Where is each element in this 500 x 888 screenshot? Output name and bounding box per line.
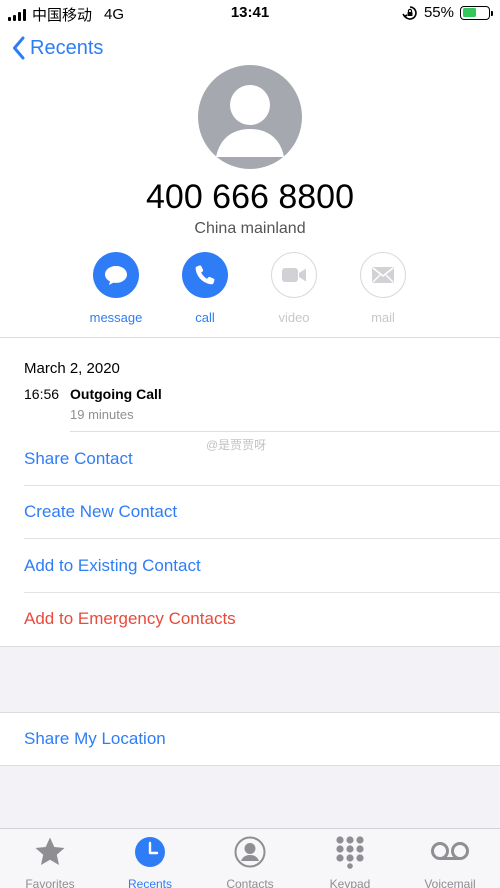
tab-keypad[interactable]: Keypad <box>300 835 400 888</box>
watermark: @是贾贾呀 <box>206 438 267 452</box>
message-icon <box>105 266 127 285</box>
share-my-location-option[interactable]: Share My Location <box>0 712 500 766</box>
call-action[interactable]: call <box>165 252 245 325</box>
message-circle[interactable] <box>93 252 139 298</box>
status-bar: 中国移动 4G 13:41 55% <box>0 0 500 26</box>
call-circle[interactable] <box>182 252 228 298</box>
message-label: message <box>89 310 143 325</box>
battery-percent: 55% <box>423 4 454 21</box>
person-icon <box>216 85 284 157</box>
call-time: 16:56 <box>24 386 60 402</box>
video-circle[interactable] <box>271 252 317 298</box>
tab-favorites[interactable]: Favorites <box>0 835 100 888</box>
message-action[interactable]: message <box>76 252 156 325</box>
tab-favorites-label: Favorites <box>25 877 75 888</box>
tab-contacts[interactable]: Contacts <box>200 835 300 888</box>
mail-circle[interactable] <box>360 252 406 298</box>
tab-bar: Favorites Recents Contacts Keypad Voicem… <box>0 828 500 888</box>
contacts-icon <box>234 836 266 868</box>
battery-level <box>462 8 477 17</box>
video-label: video <box>278 310 310 325</box>
add-to-existing-contact-option[interactable]: Add to Existing Contact <box>0 539 500 593</box>
contact-header: Recents 400 666 8800 China mainland mess… <box>0 26 500 338</box>
voicemail-icon <box>431 842 469 860</box>
create-new-contact-option[interactable]: Create New Contact <box>0 486 500 540</box>
contact-actions: message call video mail <box>0 252 500 325</box>
call-duration: 19 minutes <box>70 407 134 422</box>
battery-icon <box>460 5 493 20</box>
mail-action[interactable]: mail <box>343 252 423 325</box>
contact-options-list: Share Contact Create New Contact Add to … <box>0 432 500 647</box>
clock-icon <box>135 837 165 867</box>
video-action[interactable]: video <box>254 252 334 325</box>
mail-icon <box>372 267 394 283</box>
back-label: Recents <box>30 36 104 59</box>
call-label: call <box>195 310 215 325</box>
star-icon <box>35 837 65 865</box>
back-button[interactable]: Recents <box>12 36 103 60</box>
status-right: 55% <box>402 4 493 21</box>
call-date: March 2, 2020 <box>24 360 120 377</box>
call-type: Outgoing Call <box>70 386 162 402</box>
tab-recents[interactable]: Recents <box>100 835 200 888</box>
keypad-icon <box>336 836 364 869</box>
avatar <box>198 65 302 169</box>
add-to-emergency-contacts-option[interactable]: Add to Emergency Contacts <box>0 593 500 647</box>
phone-number: 400 666 8800 <box>146 178 354 216</box>
tab-recents-label: Recents <box>127 877 173 888</box>
tab-contacts-label: Contacts <box>226 877 274 888</box>
phone-icon <box>195 265 215 285</box>
tab-voicemail[interactable]: Voicemail <box>400 835 500 888</box>
chevron-left-icon <box>13 36 25 60</box>
recent-call-info: March 2, 2020 16:56 Outgoing Call 19 min… <box>0 338 500 433</box>
mail-label: mail <box>371 310 395 325</box>
tab-voicemail-label: Voicemail <box>424 877 476 888</box>
orientation-lock-icon <box>402 5 417 20</box>
video-icon <box>282 268 306 282</box>
tab-keypad-label: Keypad <box>329 877 371 888</box>
number-region: China mainland <box>194 220 306 237</box>
